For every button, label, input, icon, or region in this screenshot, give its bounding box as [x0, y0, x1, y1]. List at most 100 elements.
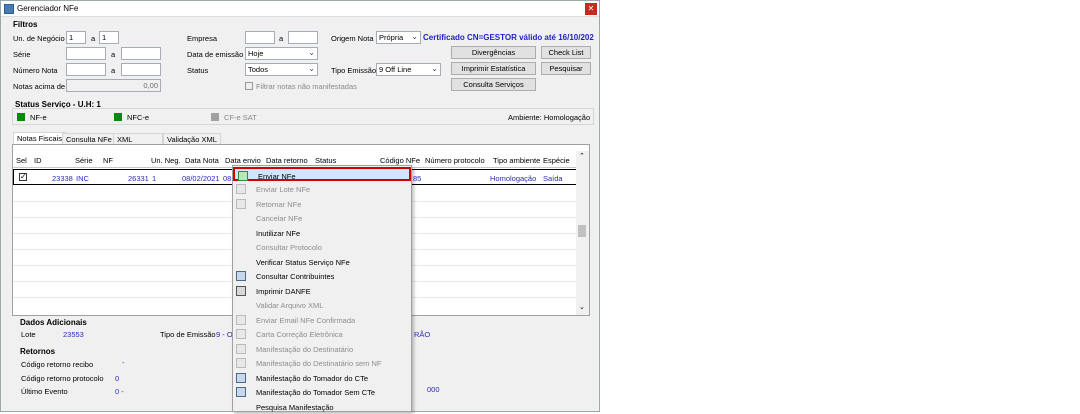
dados-adicionais-title: Dados Adicionais — [20, 318, 87, 327]
nfce-status-indicator — [114, 113, 122, 121]
cfe-status-indicator — [211, 113, 219, 121]
filtros-title: Filtros — [13, 20, 38, 29]
tipo-emissao-label: Tipo Emissão — [331, 66, 377, 75]
serie-label: Série — [13, 50, 31, 59]
tipo-emissao-info-value: 9 - O — [216, 330, 233, 339]
status-label: Status — [187, 66, 209, 75]
status-servico-group — [12, 108, 594, 125]
empresa-label: Empresa — [187, 34, 218, 43]
col-header-data-retorno[interactable]: Data retorno — [266, 156, 308, 165]
serie-a-label: a — [111, 50, 116, 59]
return-icon — [236, 198, 246, 209]
menu-item-enviar-nfe[interactable]: Enviar NFe — [233, 167, 411, 181]
scroll-thumb[interactable] — [578, 225, 586, 237]
menu-item-consultar-protocolo[interactable]: Consultar Protocolo — [233, 240, 411, 254]
menu-item-inutilizar-nfe[interactable]: Inutilizar NFe — [233, 226, 411, 240]
data-emissao-value: Hoje — [248, 49, 264, 58]
ambiente-label: Ambiente: Homologação — [508, 113, 591, 122]
nfce-status-label: NFC-e — [127, 113, 150, 122]
context-menu: Enviar NFe Enviar Lote NFe Retornar NFe … — [232, 165, 412, 412]
menu-item-manifestacao-tomador-sem-cte[interactable]: Manifestação do Tomador Sem CTe — [233, 385, 411, 399]
menu-item-pesquisa-manifestacao[interactable]: Pesquisa Manifestação — [233, 400, 411, 414]
cell-un-neg: 1 — [152, 174, 157, 183]
un-negocio-from-input[interactable]: 1 — [66, 31, 86, 44]
title-bar: Gerenciador NFe ✕ — [1, 1, 599, 17]
numero-nota-from-input[interactable] — [66, 63, 106, 76]
col-header-un-neg[interactable]: Un. Neg. — [151, 156, 181, 165]
email-icon — [236, 314, 246, 325]
notas-acima-input[interactable]: 0,00 — [66, 79, 161, 92]
close-button[interactable]: ✕ — [585, 3, 597, 15]
col-header-nf[interactable]: NF — [103, 156, 113, 165]
send-batch-icon — [236, 184, 246, 194]
col-header-sel[interactable]: Sel — [16, 156, 27, 165]
serie-from-input[interactable] — [66, 47, 106, 60]
lote-label: Lote — [21, 330, 36, 339]
col-header-especie[interactable]: Espécie — [543, 156, 570, 165]
menu-item-validar-xml[interactable]: Validar Arquivo XML — [233, 298, 411, 312]
send-icon — [238, 171, 248, 181]
menu-item-enviar-email[interactable]: Enviar Email NFe Confirmada — [233, 313, 411, 327]
cell-especie: Saída — [543, 174, 563, 183]
col-header-id[interactable]: ID — [34, 156, 42, 165]
menu-item-enviar-lote-nfe[interactable]: Enviar Lote NFe — [233, 182, 411, 196]
origem-nota-label: Origem Nota — [331, 34, 374, 43]
status-value: Todos — [248, 65, 269, 74]
col-header-status[interactable]: Status — [315, 156, 336, 165]
col-header-numero-protocolo[interactable]: Número protocolo — [425, 156, 485, 165]
lote-value: 23553 — [63, 330, 84, 339]
data-emissao-select[interactable]: Hoje ⌄ — [245, 47, 318, 60]
col-header-serie[interactable]: Série — [75, 156, 93, 165]
divergencias-button[interactable]: Divergências — [451, 46, 536, 59]
numero-nota-to-input[interactable] — [121, 63, 161, 76]
consulta-servicos-button[interactable]: Consulta Serviços — [451, 78, 536, 91]
numero-nota-a-label: a — [111, 66, 116, 75]
menu-item-imprimir-danfe[interactable]: Imprimir DANFE — [233, 284, 411, 298]
data-emissao-label: Data de emissão — [187, 50, 244, 59]
recibo-value: - — [122, 358, 125, 367]
vertical-scrollbar[interactable]: ⌃ ⌄ — [576, 151, 589, 315]
pesquisar-button[interactable]: Pesquisar — [541, 62, 591, 75]
menu-item-consultar-contribuintes[interactable]: Consultar Contribuintes — [233, 269, 411, 283]
cell-data-envio: 08 — [223, 174, 232, 183]
evento-value: 0 - — [115, 387, 124, 396]
col-header-tipo-ambiente[interactable]: Tipo ambiente — [493, 156, 540, 165]
document-icon — [236, 329, 246, 339]
empresa-to-input[interactable] — [288, 31, 318, 44]
status-select[interactable]: Todos ⌄ — [245, 63, 318, 76]
menu-item-carta-correcao[interactable]: Carta Correção Eletrônica — [233, 327, 411, 341]
document-icon — [236, 343, 246, 354]
empresa-from-input[interactable] — [245, 31, 275, 44]
menu-item-verificar-status[interactable]: Verificar Status Serviço NFe — [233, 255, 411, 269]
filtrar-label: Filtrar notas não manifestadas — [256, 82, 357, 91]
cell-tipo-ambiente: Homologação — [490, 174, 537, 183]
tipo-emissao-value: 9 Off Line — [379, 65, 412, 74]
un-negocio-to-input[interactable]: 1 — [99, 31, 119, 44]
scroll-up-icon[interactable]: ⌃ — [579, 152, 585, 160]
cell-id: 23338 — [52, 174, 73, 183]
serie-to-input[interactable] — [121, 47, 161, 60]
scroll-down-icon[interactable]: ⌄ — [579, 303, 585, 311]
numero-nota-label: Número Nota — [13, 66, 58, 75]
check-list-button[interactable]: Check List — [541, 46, 591, 59]
filtrar-checkbox[interactable] — [245, 82, 253, 90]
empresa-a-label: a — [279, 34, 284, 43]
menu-item-manifestacao-tomador-cte[interactable]: Manifestação do Tomador do CTe — [233, 371, 411, 385]
col-header-codigo-nfe[interactable]: Código NFe — [380, 156, 420, 165]
nfe-status-label: NF-e — [30, 113, 47, 122]
tipo-emissao-select[interactable]: 9 Off Line ⌄ — [376, 63, 441, 76]
chevron-down-icon: ⌄ — [308, 48, 315, 57]
menu-item-retornar-nfe[interactable]: Retornar NFe — [233, 197, 411, 211]
menu-item-manifestacao-destinatario[interactable]: Manifestação do Destinatário — [233, 342, 411, 356]
un-negocio-a-label: a — [91, 34, 96, 43]
origem-nota-select[interactable]: Própria ⌄ — [376, 31, 421, 44]
row-select-checkbox[interactable]: ✓ — [19, 173, 27, 181]
col-header-data-envio[interactable]: Data envio — [225, 156, 261, 165]
menu-item-manifestacao-destinatario-sem-nf[interactable]: Manifestação do Destinatário sem NF — [233, 356, 411, 370]
stack-icon — [236, 387, 246, 397]
notas-acima-label: Notas acima de — [13, 82, 66, 91]
protocolo-label: Código retorno protocolo — [21, 374, 104, 383]
imprimir-estatistica-button[interactable]: Imprimir Estatística — [451, 62, 536, 75]
menu-item-cancelar-nfe[interactable]: Cancelar NFe — [233, 211, 411, 225]
col-header-data-nota[interactable]: Data Nota — [185, 156, 219, 165]
